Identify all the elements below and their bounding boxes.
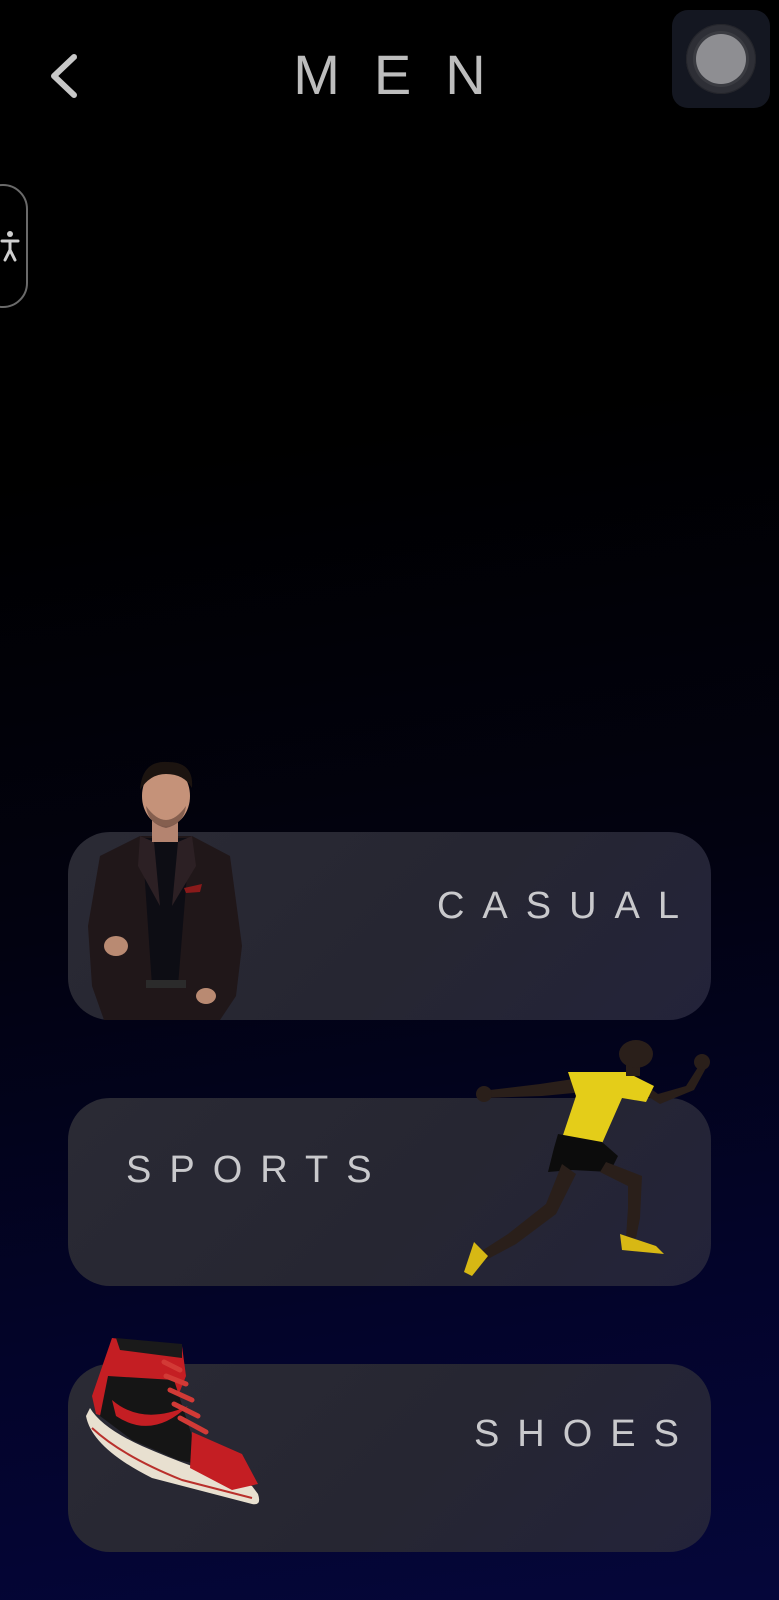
sneaker-image [86,1338,260,1505]
assistive-touch-button[interactable] [672,10,770,108]
sprinter-image [464,1040,710,1276]
category-label-sports: SPORTS [126,1148,390,1191]
page-title: MEN [293,43,520,106]
category-card-sports[interactable]: SPORTS [68,1040,711,1286]
man-in-suit-image [88,761,242,1020]
category-card-casual[interactable]: CASUAL [68,761,711,1020]
accessibility-tab[interactable] [0,184,28,308]
category-label-shoes: SHOES [473,1412,697,1455]
header: MEN [0,0,779,150]
category-label-casual: CASUAL [436,884,697,927]
category-card-shoes[interactable]: SHOES [68,1338,711,1552]
assistive-touch-dot [696,34,746,84]
accessibility-icon [0,231,20,262]
